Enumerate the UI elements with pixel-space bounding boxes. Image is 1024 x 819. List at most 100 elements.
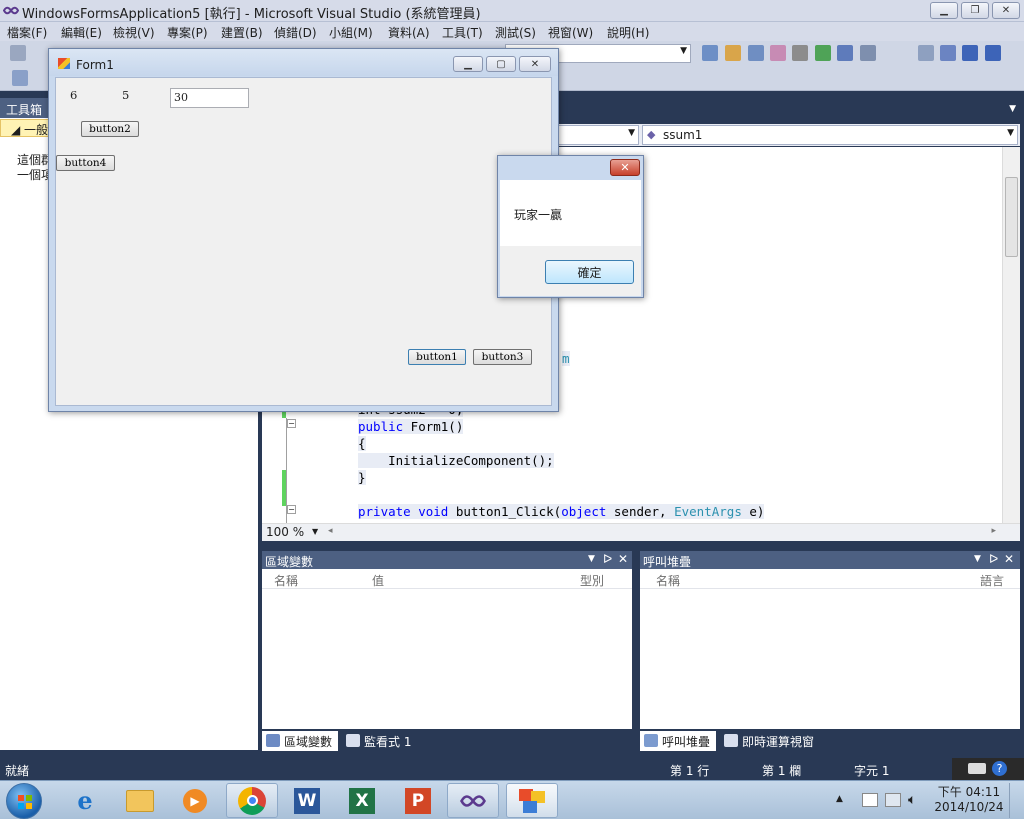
close-icon[interactable]: ✕	[1004, 552, 1014, 566]
close-button[interactable]: ✕	[992, 2, 1020, 19]
toolbox-icon[interactable]	[12, 70, 28, 86]
code-text: Form1()	[403, 419, 464, 434]
taskbar-word[interactable]: W	[281, 783, 333, 818]
menu-edit[interactable]: 編輯(E)	[61, 24, 102, 41]
msgbox-close-button[interactable]: ✕	[610, 159, 640, 176]
taskbar-excel[interactable]: X	[336, 783, 388, 818]
member-combo[interactable]: ◆ ssum1 ▼	[642, 125, 1018, 145]
taskbar-explorer[interactable]	[114, 783, 166, 818]
show-hidden-icons[interactable]: ▲	[836, 794, 843, 804]
message-box: ✕ 玩家一贏 確定	[497, 155, 644, 298]
command-window-icon[interactable]	[860, 45, 876, 61]
collapse-toggle[interactable]: −	[287, 505, 296, 514]
column-type[interactable]: 型別	[580, 572, 604, 589]
close-icon[interactable]: ✕	[618, 552, 628, 566]
form-minimize-button[interactable]: ▁	[453, 56, 483, 72]
tab-watch[interactable]: 監看式 1	[342, 731, 417, 751]
column-value[interactable]: 值	[372, 572, 384, 589]
start-button[interactable]	[6, 783, 42, 819]
continue-icon[interactable]	[918, 45, 934, 61]
start-page-icon[interactable]	[815, 45, 831, 61]
new-project-icon[interactable]	[10, 45, 26, 61]
extension-manager-icon[interactable]	[837, 45, 853, 61]
toolbox-title: 工具箱	[6, 103, 43, 117]
menu-debug[interactable]: 偵錯(D)	[274, 24, 317, 41]
properties-icon[interactable]	[748, 45, 764, 61]
column-language[interactable]: 語言	[980, 572, 1004, 589]
clock-date: 2014/10/24	[934, 800, 1004, 814]
menu-tools[interactable]: 工具(T)	[442, 24, 483, 41]
msgbox-ok-button[interactable]: 確定	[545, 260, 634, 284]
code-keyword: void	[418, 504, 449, 519]
status-column: 第 1 欄	[762, 764, 802, 778]
minimize-icon: ▁	[940, 5, 948, 16]
doc-dropdown-icon[interactable]: ▼	[1009, 104, 1016, 114]
menu-window[interactable]: 視窗(W)	[548, 24, 593, 41]
button1[interactable]: button1	[408, 349, 466, 365]
column-name[interactable]: 名稱	[274, 572, 298, 589]
form-close-button[interactable]: ✕	[519, 56, 551, 72]
minimize-button[interactable]: ▁	[930, 2, 958, 19]
scroll-left-icon[interactable]: ◂	[328, 526, 333, 536]
taskbar-media-player[interactable]: ▶	[169, 783, 221, 818]
restore-button[interactable]: ❐	[961, 2, 989, 19]
form1-title-bar[interactable]: Form1 ▁ ▢ ✕	[49, 49, 558, 76]
member-combo-value: ssum1	[663, 128, 703, 142]
volume-icon[interactable]: 🔈︎	[908, 792, 916, 808]
tab-callstack[interactable]: 呼叫堆疊	[640, 731, 717, 751]
close-icon: ✕	[620, 161, 630, 174]
status-bar: 就緒 第 1 行 第 1 欄 字元 1	[0, 758, 1024, 780]
menu-project[interactable]: 專案(P)	[167, 24, 208, 41]
taskbar-form-app[interactable]	[506, 783, 558, 818]
show-desktop-button[interactable]	[1009, 783, 1022, 818]
editor-vertical-scrollbar[interactable]	[1002, 147, 1020, 523]
collapse-toggle[interactable]: −	[287, 419, 296, 428]
button3[interactable]: button3	[473, 349, 532, 365]
chevron-down-icon[interactable]: ▼	[312, 527, 318, 536]
menu-test[interactable]: 測試(S)	[495, 24, 536, 41]
tools-icon[interactable]	[792, 45, 808, 61]
pin-icon[interactable]: ᐅ	[603, 552, 612, 566]
menu-team[interactable]: 小組(M)	[329, 24, 373, 41]
pause-icon[interactable]	[940, 45, 956, 61]
input-method-bar[interactable]: ?	[952, 758, 1024, 780]
code-line-close: }	[358, 470, 366, 485]
menu-view[interactable]: 檢視(V)	[113, 24, 155, 41]
column-name[interactable]: 名稱	[656, 572, 680, 589]
menu-build[interactable]: 建置(B)	[221, 24, 263, 41]
pin-icon[interactable]: ᐅ	[989, 552, 998, 566]
solution-explorer-icon[interactable]	[725, 45, 741, 61]
find-icon[interactable]	[702, 45, 718, 61]
action-center-icon[interactable]	[862, 793, 878, 807]
menu-data[interactable]: 資料(A)	[388, 24, 430, 41]
windows-logo-icon	[18, 795, 32, 809]
network-icon[interactable]	[885, 793, 901, 807]
menu-help[interactable]: 說明(H)	[607, 24, 649, 41]
scroll-thumb[interactable]	[1005, 177, 1018, 257]
button2[interactable]: button2	[81, 121, 139, 137]
editor-horizontal-scrollbar[interactable]: 100 % ▼ ◂ ▸	[262, 523, 1020, 541]
menu-file[interactable]: 檔案(F)	[7, 24, 47, 41]
restart-icon[interactable]	[985, 45, 1001, 61]
object-browser-icon[interactable]	[770, 45, 786, 61]
scroll-right-icon[interactable]: ▸	[991, 526, 996, 536]
help-icon[interactable]: ?	[992, 761, 1007, 776]
taskbar-chrome[interactable]	[226, 783, 278, 818]
tab-locals[interactable]: 區域變數	[262, 731, 339, 751]
button4[interactable]: button4	[56, 155, 115, 171]
taskbar-visual-studio[interactable]	[447, 783, 499, 818]
dropdown-icon[interactable]: ▼	[974, 554, 981, 564]
taskbar-powerpoint[interactable]: P	[392, 783, 444, 818]
keyboard-icon[interactable]	[968, 763, 986, 774]
tab-label: 監看式 1	[364, 735, 412, 749]
code-text: e)	[741, 504, 765, 519]
tab-immediate[interactable]: 即時運算視窗	[720, 731, 820, 751]
zoom-level[interactable]: 100 %	[266, 525, 304, 539]
taskbar-ie[interactable]: e	[59, 783, 111, 818]
tab-label: 即時運算視窗	[742, 735, 815, 749]
result-textbox[interactable]: 30	[170, 88, 249, 108]
dropdown-icon[interactable]: ▼	[588, 554, 595, 564]
form-maximize-button[interactable]: ▢	[486, 56, 516, 72]
stop-icon[interactable]	[962, 45, 978, 61]
taskbar-clock[interactable]: 下午 04:11 2014/10/24	[934, 785, 1004, 815]
